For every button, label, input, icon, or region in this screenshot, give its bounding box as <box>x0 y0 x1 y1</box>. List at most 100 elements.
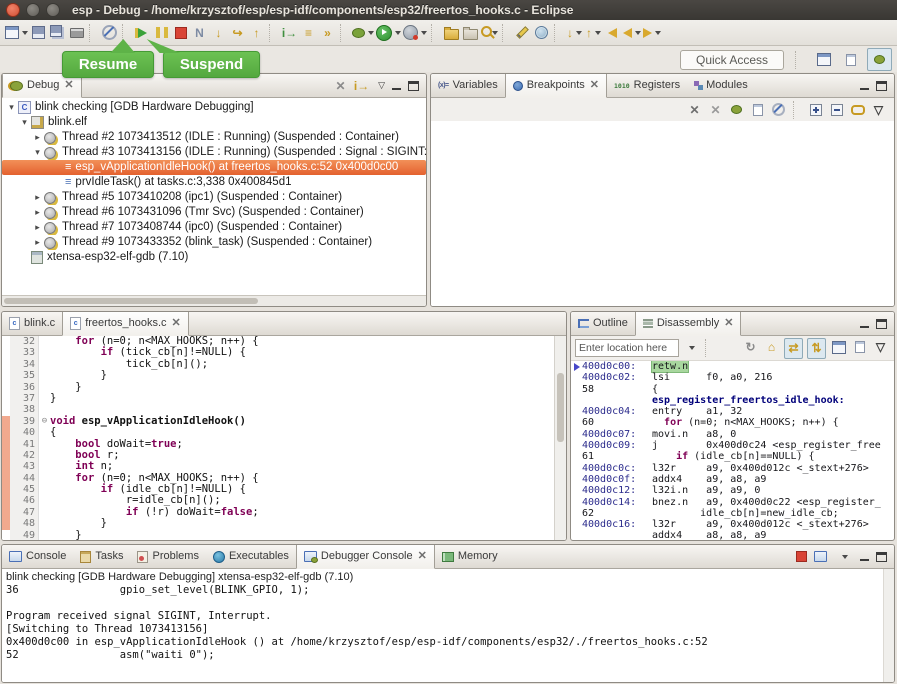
debug-tree-item[interactable]: ≡esp_vApplicationIdleHook() at freertos_… <box>2 160 426 175</box>
skip-all-breakpoints-button[interactable] <box>101 23 118 42</box>
previous-annotation-button[interactable]: ↑ <box>585 23 602 42</box>
quick-access-input[interactable]: Quick Access <box>680 50 784 70</box>
run-button[interactable] <box>376 23 401 42</box>
tab-outline[interactable]: Outline <box>571 312 635 335</box>
disassembly-row[interactable]: 62 idle_cb[n]=new_idle_cb; <box>571 508 894 519</box>
minimize-icon[interactable] <box>860 82 869 90</box>
disassembly-row[interactable]: 61 if (idle_cb[n]==NULL) { <box>571 451 894 462</box>
external-tools-button[interactable] <box>403 23 427 42</box>
editor-body[interactable]: 32 for (n=0; n<MAX_HOOKS; n++) {33 if (t… <box>2 336 566 540</box>
new-wizard-button[interactable] <box>5 23 28 42</box>
disassembly-row[interactable]: 400d0c02:lsi f0, a0, 216 <box>571 372 894 383</box>
terminate-console-icon[interactable] <box>796 551 807 562</box>
fold-marker-icon[interactable]: ⊖ <box>39 416 50 427</box>
debug-tree-item[interactable]: ▸Thread #2 1073413512 (IDLE : Running) (… <box>2 130 426 145</box>
step-over-button[interactable]: ↪ <box>229 23 246 42</box>
minimize-icon[interactable] <box>392 82 401 90</box>
step-into-button[interactable]: ↓ <box>210 23 227 42</box>
disassembly-row[interactable]: 400d0c0c:l32r a9, 0x400d012c <_stext+276… <box>571 463 894 474</box>
expand-all-button[interactable] <box>807 100 824 119</box>
close-icon[interactable]: ✕ <box>172 318 181 329</box>
maximize-icon[interactable] <box>876 552 887 562</box>
tree-expander-icon[interactable]: ▸ <box>32 190 43 205</box>
cpp-perspective-button[interactable] <box>842 50 859 69</box>
disassembly-row[interactable]: 400d0c0f:addx4 a9, a8, a9 <box>571 474 894 485</box>
tree-expander-icon[interactable]: ▾ <box>6 100 17 115</box>
location-dropdown-button[interactable] <box>682 339 699 358</box>
tab-problems[interactable]: Problems <box>130 545 205 568</box>
view-menu-button[interactable]: ▽ <box>872 338 889 357</box>
code-line[interactable]: 36 } <box>2 382 554 393</box>
disassembly-content[interactable]: 400d0c00:retw.n400d0c02:lsi f0, a0, 2165… <box>571 361 894 540</box>
close-icon[interactable]: ✕ <box>64 80 73 91</box>
close-icon[interactable]: ✕ <box>724 318 733 329</box>
resume-button[interactable] <box>134 23 151 42</box>
mark-occurrences-button[interactable] <box>514 23 531 42</box>
link-with-debug-view-button[interactable] <box>849 100 866 119</box>
instruction-stepping-button[interactable]: i→ <box>281 23 298 42</box>
remove-all-terminated-button[interactable]: ✕ <box>332 76 349 95</box>
debug-tree-item[interactable]: ▾Cblink checking [GDB Hardware Debugging… <box>2 100 426 115</box>
remove-selected-breakpoints-button[interactable]: ✕ <box>686 100 703 119</box>
debug-tree-item[interactable]: ▸Thread #5 1073410208 (ipc1) (Suspended … <box>2 190 426 205</box>
maximize-icon[interactable] <box>876 81 887 91</box>
location-input[interactable]: Enter location here <box>575 339 679 357</box>
save-all-button[interactable] <box>49 23 66 42</box>
sync-with-active-context-toggle[interactable]: ⇅ <box>807 338 826 359</box>
tree-expander-icon[interactable]: ▸ <box>32 205 43 220</box>
minimize-icon[interactable] <box>860 553 869 561</box>
open-perspective-button[interactable] <box>815 50 832 69</box>
display-console-icon[interactable] <box>814 551 827 562</box>
close-icon[interactable]: ✕ <box>590 80 599 91</box>
print-button[interactable] <box>68 23 85 42</box>
tab-console[interactable]: Console <box>2 545 73 568</box>
track-expression-toggle[interactable]: ⇄ <box>784 338 803 359</box>
disassembly-row[interactable]: esp_register_freertos_idle_hook: <box>571 395 894 406</box>
disassembly-row[interactable]: 400d0c12:l32i.n a9, a9, 0 <box>571 485 894 496</box>
view-menu-button[interactable]: ▽ <box>870 100 887 119</box>
collapse-all-button[interactable] <box>828 100 845 119</box>
open-browser-button[interactable] <box>533 23 550 42</box>
code-area[interactable]: 32 for (n=0; n<MAX_HOOKS; n++) {33 if (t… <box>2 336 554 540</box>
tab-registers[interactable]: 1010Registers <box>607 74 687 97</box>
debug-tree-item[interactable]: ▸Thread #6 1073431096 (Tmr Svc) (Suspend… <box>2 205 426 220</box>
maximize-icon[interactable] <box>876 319 887 329</box>
open-type-button[interactable] <box>443 23 460 42</box>
view-menu-icon[interactable]: ▽ <box>378 80 385 91</box>
instruction-stepping-mode-button[interactable]: i→ <box>353 76 370 95</box>
debug-perspective-button[interactable] <box>867 48 892 71</box>
code-line[interactable]: 48 } <box>2 518 554 529</box>
debug-tree-item[interactable]: ≡prvIdleTask() at tasks.c:3,338 0x400845… <box>2 175 426 190</box>
tab-debugger-console[interactable]: Debugger Console✕ <box>296 545 435 569</box>
next-annotation-button[interactable]: ↓ <box>566 23 583 42</box>
tab-memory[interactable]: Memory <box>435 545 505 568</box>
disassembly-row[interactable]: 400d0c14:bnez.n a9, 0x400d0c22 <esp_regi… <box>571 497 894 508</box>
pin-view-button[interactable] <box>851 338 868 357</box>
home-button[interactable]: ⌂ <box>763 338 780 357</box>
close-icon[interactable]: ✕ <box>418 551 427 562</box>
disassembly-row[interactable]: addx4 a8, a8, a9 <box>571 530 894 540</box>
maximize-icon[interactable] <box>408 81 419 91</box>
tree-expander-icon[interactable]: ▸ <box>32 130 43 145</box>
tab-breakpoints[interactable]: Breakpoints✕ <box>505 74 607 98</box>
tab-tasks[interactable]: Tasks <box>73 545 130 568</box>
debug-button[interactable] <box>352 23 374 42</box>
terminate-button[interactable] <box>172 23 189 42</box>
tab-freertos-hooks-c[interactable]: cfreertos_hooks.c✕ <box>62 312 189 336</box>
debug-tree-item[interactable]: xtensa-esp32-elf-gdb (7.10) <box>2 250 426 265</box>
open-new-view-button[interactable] <box>830 338 847 357</box>
console-dropdown-button[interactable] <box>835 547 852 566</box>
console-body[interactable]: blink checking [GDB Hardware Debugging] … <box>2 569 894 682</box>
code-line[interactable]: 49 } <box>2 530 554 540</box>
tab-variables[interactable]: (x)=Variables <box>431 74 505 97</box>
show-memory-button[interactable]: ≡ <box>300 23 317 42</box>
minimize-icon[interactable] <box>860 320 869 328</box>
disassembly-row[interactable]: 400d0c04:entry a1, 32 <box>571 406 894 417</box>
tab-blink-c[interactable]: cblink.c <box>2 312 62 335</box>
use-step-filters-button[interactable]: » <box>319 23 336 42</box>
debug-tree-item[interactable]: ▸Thread #9 1073433352 (blink_task) (Susp… <box>2 235 426 250</box>
open-resource-button[interactable] <box>462 23 479 42</box>
search-button[interactable] <box>481 23 498 42</box>
editor-vertical-scrollbar[interactable] <box>554 336 566 540</box>
debug-horizontal-scrollbar[interactable] <box>2 295 426 306</box>
